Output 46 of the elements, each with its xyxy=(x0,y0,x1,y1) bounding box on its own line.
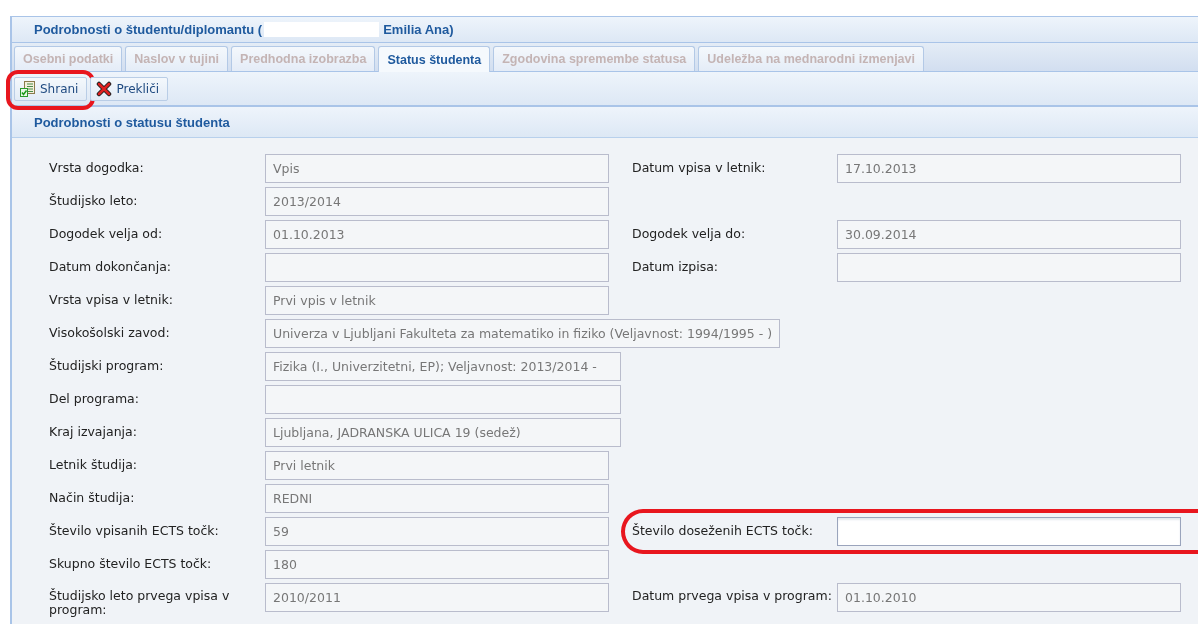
input-field[interactable]: Fizika (I., Univerzitetni, EP); Veljavnost: 2013/2014 - xyxy=(265,352,621,381)
input-field[interactable]: 01.10.2013 xyxy=(265,220,609,249)
save-button[interactable]: Shrani xyxy=(14,76,88,101)
field-label: Datum prvega vpisa v program: xyxy=(631,587,833,603)
field-label: Študijsko leto: xyxy=(49,192,139,209)
input-field[interactable]: Vpis xyxy=(265,154,609,183)
field-label: Del programa: xyxy=(49,390,140,407)
input-field[interactable] xyxy=(265,385,621,414)
close-icon xyxy=(96,80,113,97)
input-field[interactable]: REDNI xyxy=(265,484,609,513)
input-field[interactable]: Prvi vpis v letnik xyxy=(265,286,609,315)
field-label: Študijsko leto prvega vpisa v program: xyxy=(49,587,231,617)
input-field[interactable] xyxy=(265,253,609,282)
field-label: Visokošolski zavod: xyxy=(49,324,171,341)
input-field[interactable] xyxy=(837,517,1181,546)
panel-title: Podrobnosti o študentu/diplomantu ( xyxy=(34,22,263,37)
section-title: Podrobnosti o statusu študenta xyxy=(34,114,230,130)
input-field[interactable]: 30.09.2014 xyxy=(837,220,1181,249)
field-label: Letnik študija: xyxy=(49,456,139,473)
input-field[interactable]: 2010/2011 xyxy=(265,583,609,612)
field-label: Dogodek velja do: xyxy=(631,225,747,242)
input-field[interactable]: 59 xyxy=(265,517,609,546)
input-field[interactable]: Ljubljana, JADRANSKA ULICA 19 (sedež) xyxy=(265,418,621,447)
tab[interactable]: Status študenta xyxy=(378,46,491,72)
field-label: Način študija: xyxy=(49,489,136,506)
field-label: Datum vpisa v letnik: xyxy=(631,159,767,176)
input-field[interactable]: Univerza v Ljubljani Fakulteta za matematiko in fiziko (Veljavnost: 1994/1995 - ) xyxy=(265,319,781,348)
input-field[interactable]: 01.10.2010 xyxy=(837,583,1181,612)
field-label: Študijski program: xyxy=(49,357,165,374)
input-field[interactable]: Prvi letnik xyxy=(265,451,609,480)
field-label: Datum izpisa: xyxy=(631,258,720,275)
input-field[interactable]: 180 xyxy=(265,550,609,579)
field-label: Število vpisanih ECTS točk: xyxy=(49,522,220,539)
field-label: Datum dokončanja: xyxy=(49,258,172,275)
field-label: Kraj izvajanja: xyxy=(49,423,138,440)
input-field[interactable]: 17.10.2013 xyxy=(837,154,1181,183)
field-label: Vrsta dogodka: xyxy=(49,159,145,176)
field-label: Število doseženih ECTS točk: xyxy=(631,522,814,539)
field-label: Dogodek velja od: xyxy=(49,225,164,242)
field-label: Vrsta vpisa v letnik: xyxy=(49,291,174,308)
input-field[interactable] xyxy=(837,253,1181,282)
cancel-button[interactable]: Prekliči xyxy=(90,76,169,101)
save-icon xyxy=(20,80,36,97)
input-field[interactable]: 2013/2014 xyxy=(265,187,609,216)
field-label: Skupno število ECTS točk: xyxy=(49,555,213,572)
panel-title: Emilia Ana) xyxy=(383,22,454,37)
